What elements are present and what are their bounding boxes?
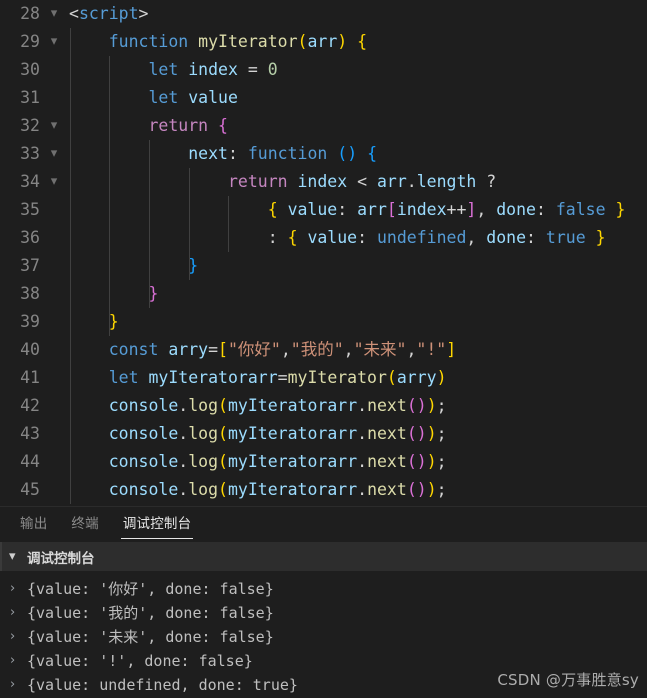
line-number: 30 xyxy=(20,60,40,79)
line-number: 37 xyxy=(20,256,40,275)
debug-console-section-header[interactable]: ▾ 调试控制台 xyxy=(0,542,647,571)
expand-chevron-right-icon[interactable]: › xyxy=(10,625,27,649)
console-log-text: {value: '未来', done: false} xyxy=(27,628,274,646)
console-log-text: {value: '我的', done: false} xyxy=(27,604,274,622)
code-line[interactable]: 40 const arry=["你好","我的","未来","!"] xyxy=(0,336,647,364)
code-line[interactable]: 45 console.log(myIteratorarr.next()); xyxy=(0,476,647,504)
line-number: 42 xyxy=(20,396,40,415)
code-line[interactable]: 42 console.log(myIteratorarr.next()); xyxy=(0,392,647,420)
line-number: 31 xyxy=(20,88,40,107)
line-number: 34 xyxy=(20,172,40,191)
code-text: console.log(myIteratorarr.next()); xyxy=(108,396,447,415)
console-log-text: {value: '!', done: false} xyxy=(27,652,253,670)
line-number: 38 xyxy=(20,284,40,303)
code-line[interactable]: 29 ▾ function myIterator(arr) { xyxy=(0,28,647,56)
code-text: } xyxy=(188,256,199,275)
code-line[interactable]: 28 ▾ <script> xyxy=(0,0,647,28)
code-text: <script> xyxy=(69,4,149,23)
console-log-row[interactable]: › {value: '未来', done: false} xyxy=(0,625,647,649)
line-number: 43 xyxy=(20,424,40,443)
fold-chevron-down-icon[interactable]: ▾ xyxy=(45,28,63,56)
code-text: const arry=["你好","我的","未来","!"] xyxy=(108,340,457,359)
code-line[interactable]: 37 } xyxy=(0,252,647,280)
code-line[interactable]: 30 let index = 0 xyxy=(0,56,647,84)
fold-chevron-down-icon[interactable]: ▾ xyxy=(45,168,63,196)
expand-chevron-right-icon[interactable]: › xyxy=(10,673,27,697)
code-text: let value xyxy=(148,88,238,107)
line-number: 28 xyxy=(20,4,40,23)
panel-tab-bar[interactable]: 输出 终端 调试控制台 xyxy=(0,507,647,542)
code-line[interactable]: 31 let value xyxy=(0,84,647,112)
code-text: console.log(myIteratorarr.next()); xyxy=(108,480,447,499)
line-number: 39 xyxy=(20,312,40,331)
code-line[interactable]: 38 } xyxy=(0,280,647,308)
console-log-text: {value: '你好', done: false} xyxy=(27,580,274,598)
expand-chevron-right-icon[interactable]: › xyxy=(10,649,27,673)
panel-tab-debug[interactable]: 调试控制台 xyxy=(111,507,204,542)
watermark: CSDN @万事胜意sy xyxy=(497,671,639,689)
bottom-panel: 输出 终端 调试控制台 ▾ 调试控制台 › {value: '你好', done: f… xyxy=(0,506,647,698)
line-number: 44 xyxy=(20,452,40,471)
code-line[interactable]: 33 ▾ next: function () { xyxy=(0,140,647,168)
code-text: console.log(myIteratorarr.next()); xyxy=(108,452,447,471)
code-line[interactable]: 43 console.log(myIteratorarr.next()); xyxy=(0,420,647,448)
chevron-down-icon[interactable]: ▾ xyxy=(9,549,27,564)
code-line[interactable]: 35 { value: arr[index++], done: false } xyxy=(0,196,647,224)
panel-tab-terminal[interactable]: 终端 xyxy=(59,507,110,542)
line-number: 36 xyxy=(20,228,40,247)
console-log-text: {value: undefined, done: true} xyxy=(27,676,298,694)
code-text: function myIterator(arr) { xyxy=(108,32,368,51)
code-text: let index = 0 xyxy=(148,60,278,79)
fold-chevron-down-icon[interactable]: ▾ xyxy=(45,140,63,168)
code-text: : { value: undefined, done: true } xyxy=(267,228,606,247)
code-text: return { xyxy=(148,116,228,135)
line-number: 41 xyxy=(20,368,40,387)
code-text: } xyxy=(148,284,159,303)
fold-chevron-down-icon[interactable]: ▾ xyxy=(45,0,63,28)
fold-chevron-down-icon[interactable]: ▾ xyxy=(45,112,63,140)
line-number: 33 xyxy=(20,144,40,163)
code-line[interactable]: 44 console.log(myIteratorarr.next()); xyxy=(0,448,647,476)
code-line[interactable]: 36 : { value: undefined, done: true } xyxy=(0,224,647,252)
code-line[interactable]: 34 ▾ return index < arr.length ? xyxy=(0,168,647,196)
console-log-row[interactable]: › {value: '你好', done: false} xyxy=(0,577,647,601)
code-lines[interactable]: 28 ▾ <script> 29 ▾ function myIterator(arr) … xyxy=(0,0,647,504)
code-text: return index < arr.length ? xyxy=(227,172,497,191)
code-text: let myIteratorarr=myIterator(arry) xyxy=(108,368,447,387)
panel-tab-output[interactable]: 输出 xyxy=(8,507,59,542)
expand-chevron-right-icon[interactable]: › xyxy=(10,577,27,601)
line-number: 32 xyxy=(20,116,40,135)
line-number: 40 xyxy=(20,340,40,359)
line-number: 35 xyxy=(20,200,40,219)
code-editor[interactable]: 28 ▾ <script> 29 ▾ function myIterator(arr) … xyxy=(0,0,647,506)
code-text: next: function () { xyxy=(188,144,378,163)
code-text: { value: arr[index++], done: false } xyxy=(267,200,626,219)
console-log-row[interactable]: › {value: '我的', done: false} xyxy=(0,601,647,625)
code-line[interactable]: 32 ▾ return { xyxy=(0,112,647,140)
line-number: 29 xyxy=(20,32,40,51)
code-text: console.log(myIteratorarr.next()); xyxy=(108,424,447,443)
code-line[interactable]: 39 } xyxy=(0,308,647,336)
code-line[interactable]: 41 let myIteratorarr=myIterator(arry) xyxy=(0,364,647,392)
code-text: } xyxy=(108,312,119,331)
line-number: 45 xyxy=(20,480,40,499)
debug-console-section-title: 调试控制台 xyxy=(27,550,95,567)
debug-console-output[interactable]: › {value: '你好', done: false} › {value: '我的'… xyxy=(0,571,647,698)
vscode-window: 28 ▾ <script> 29 ▾ function myIterator(arr) … xyxy=(0,0,647,698)
expand-chevron-right-icon[interactable]: › xyxy=(10,601,27,625)
